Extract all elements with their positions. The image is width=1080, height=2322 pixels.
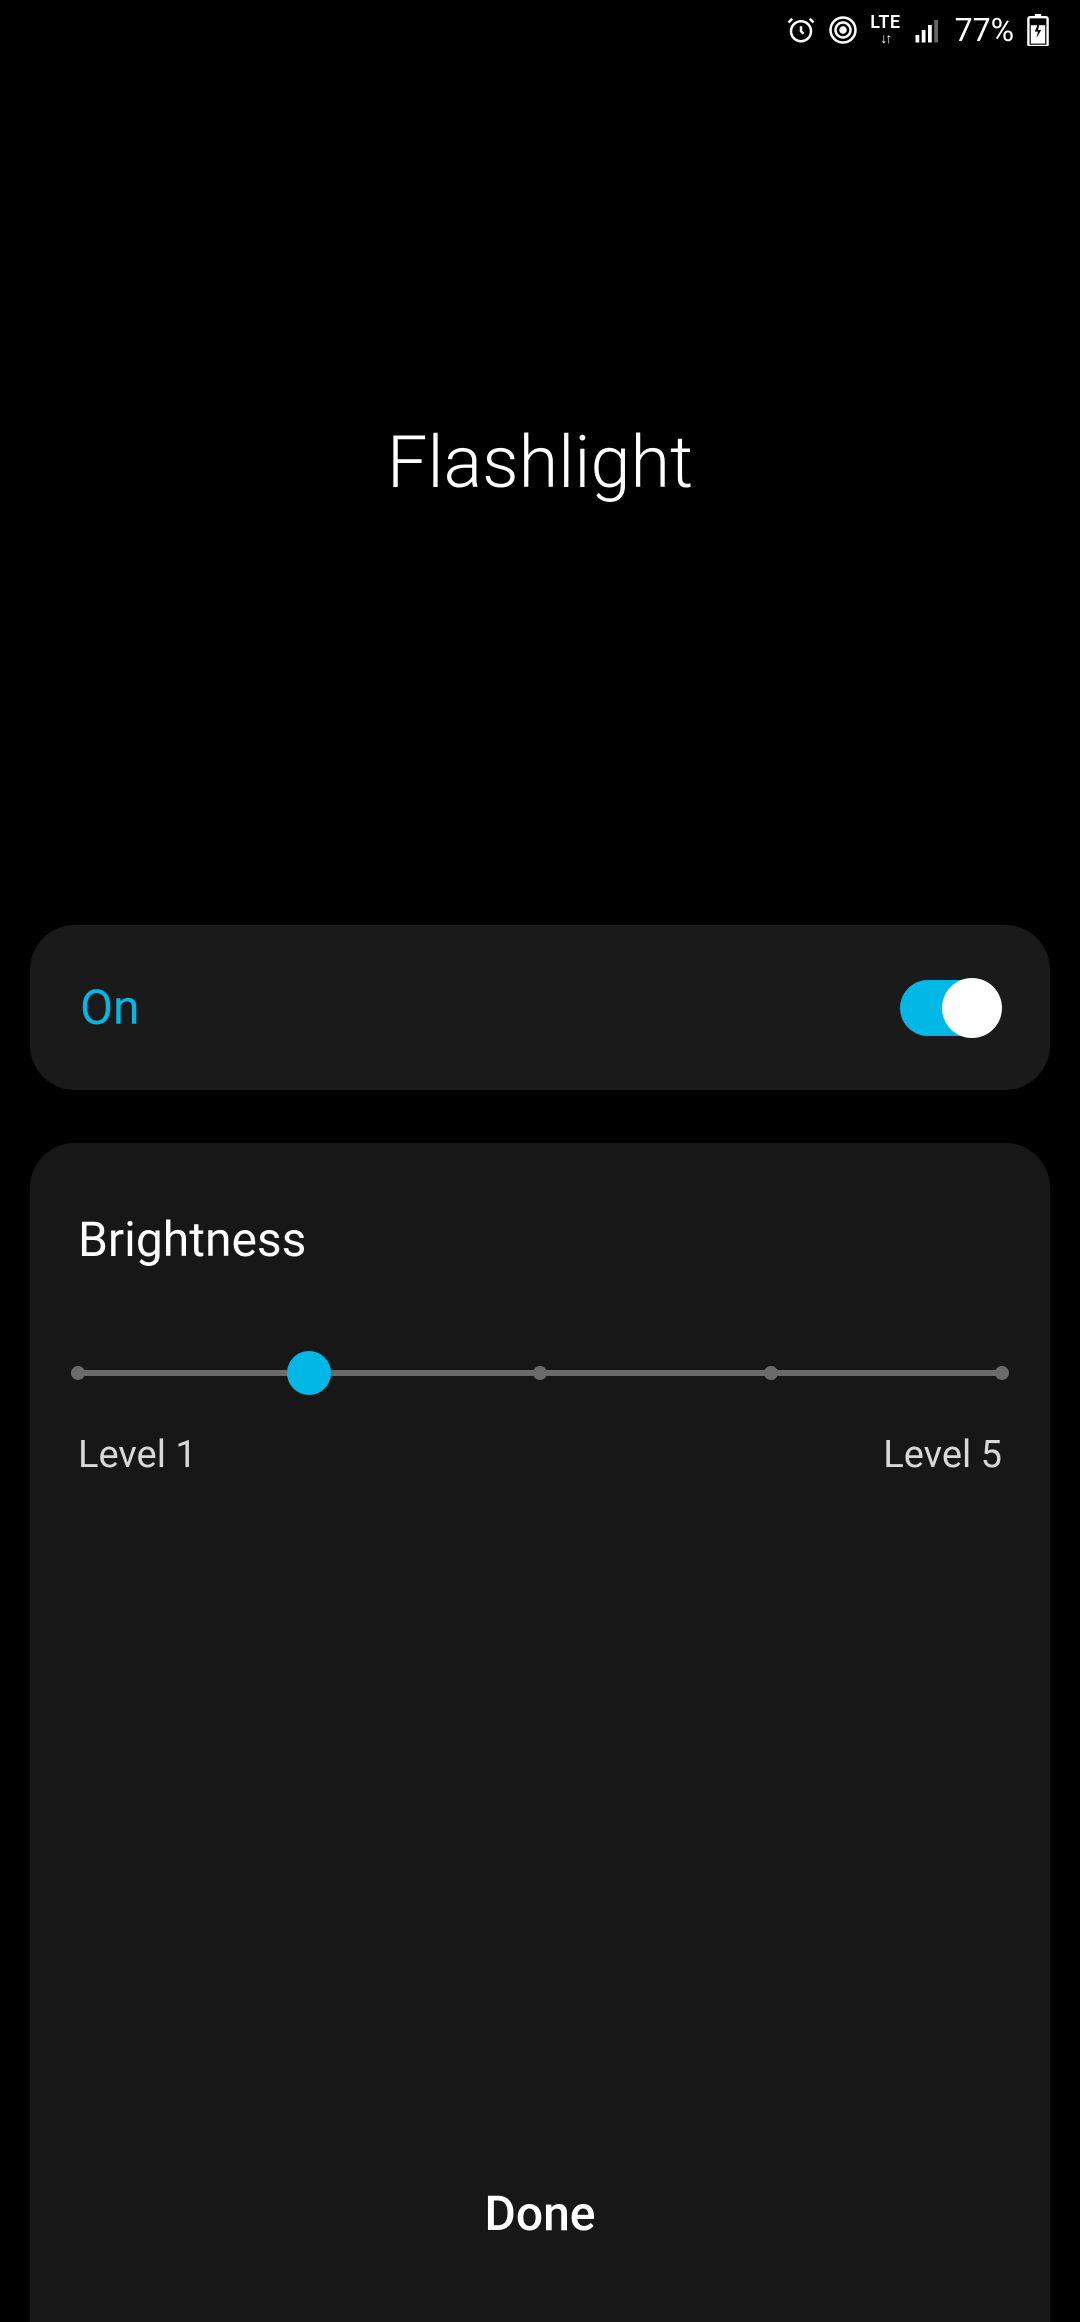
flashlight-toggle-card[interactable]: On bbox=[30, 925, 1050, 1090]
slider-labels: Level 1 Level 5 bbox=[78, 1433, 1002, 1477]
slider-tick bbox=[71, 1366, 85, 1380]
slider-tick bbox=[533, 1366, 547, 1380]
battery-charging-icon bbox=[1026, 14, 1050, 46]
brightness-card: Brightness Level 1 Level 5 Done bbox=[30, 1143, 1050, 2322]
brightness-title: Brightness bbox=[78, 1211, 1002, 1268]
toggle-label: On bbox=[80, 979, 140, 1036]
slider-tick bbox=[764, 1366, 778, 1380]
status-bar: LTE ↓↑ 77% bbox=[0, 0, 1080, 60]
alarm-icon bbox=[786, 15, 816, 45]
signal-icon bbox=[913, 15, 943, 45]
page-title: Flashlight bbox=[0, 420, 1080, 505]
toggle-switch[interactable] bbox=[900, 980, 1000, 1036]
slider-min-label: Level 1 bbox=[78, 1433, 197, 1477]
hotspot-icon bbox=[828, 15, 858, 45]
done-button[interactable]: Done bbox=[30, 2185, 1050, 2242]
slider-max-label: Level 5 bbox=[883, 1433, 1002, 1477]
brightness-slider[interactable] bbox=[78, 1353, 1002, 1393]
slider-thumb[interactable] bbox=[287, 1351, 331, 1395]
slider-tick bbox=[995, 1366, 1009, 1380]
network-type-icon: LTE ↓↑ bbox=[870, 14, 900, 46]
battery-percent: 77% bbox=[955, 11, 1014, 49]
toggle-thumb bbox=[942, 978, 1002, 1038]
